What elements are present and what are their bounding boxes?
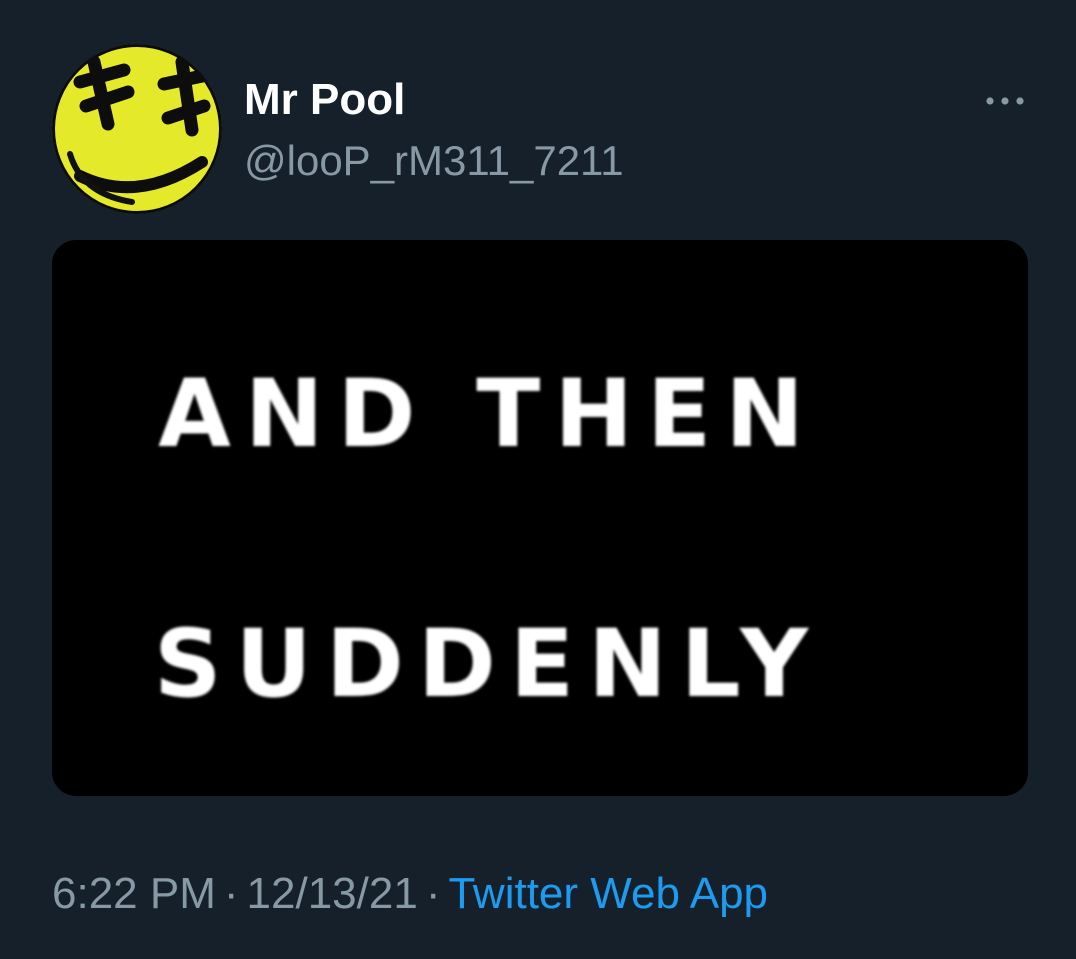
user-handle[interactable]: @looP_rM311_7211	[244, 136, 624, 186]
tweet-time[interactable]: 6:22 PM	[52, 869, 216, 918]
media-caption-line-1: AND THEN	[158, 360, 818, 469]
yellow-smiley-icon	[52, 44, 222, 214]
tweet-metadata: 6:22 PM · 12/13/21 · Twitter Web App	[52, 866, 768, 922]
media-caption-line-2: SUDDENLY	[153, 610, 823, 719]
tweet: Mr Pool @looP_rM311_7211 AND THEN SUDDEN…	[0, 0, 1076, 959]
meta-separator: ·	[223, 869, 239, 918]
display-name[interactable]: Mr Pool	[244, 74, 405, 126]
tweet-date[interactable]: 12/13/21	[247, 869, 418, 918]
more-options-button[interactable]	[978, 84, 1032, 118]
meta-separator: ·	[425, 869, 441, 918]
tweet-source-link[interactable]: Twitter Web App	[448, 869, 768, 918]
more-horizontal-icon	[986, 97, 1024, 105]
avatar[interactable]	[52, 44, 222, 214]
